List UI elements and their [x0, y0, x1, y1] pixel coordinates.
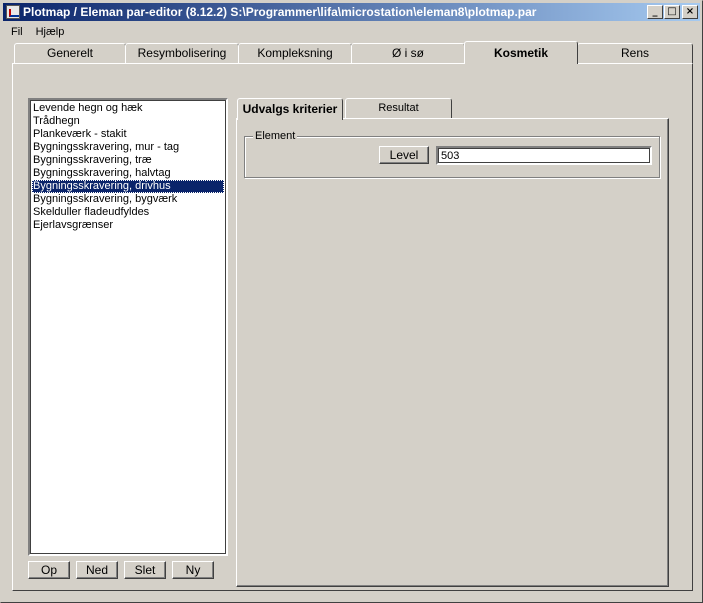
- kosmetik-listbox[interactable]: Levende hegn og hæk Trådhegn Plankeværk …: [28, 98, 228, 556]
- close-button[interactable]: ×: [682, 5, 698, 19]
- level-input[interactable]: 503: [436, 146, 652, 165]
- title-bar[interactable]: Plotmap / Eleman par-editor (8.12.2) S:\…: [3, 3, 700, 21]
- tab-kompleksning[interactable]: Kompleksning: [238, 43, 352, 63]
- list-item-selected[interactable]: Bygningsskravering, drivhus: [32, 180, 224, 193]
- menu-fil[interactable]: Fil: [3, 26, 29, 38]
- list-item[interactable]: Ejerlavsgrænser: [32, 219, 224, 232]
- tab-udvalgs-kriterier[interactable]: Udvalgs kriterier: [237, 98, 343, 120]
- tab-kosmetik[interactable]: Kosmetik: [464, 41, 578, 64]
- list-item[interactable]: Skelduller fladeudfyldes: [32, 206, 224, 219]
- main-tab-strip: Generelt Resymbolisering Kompleksning Ø …: [0, 41, 703, 64]
- list-item[interactable]: Bygningsskravering, bygværk: [32, 193, 224, 206]
- slet-button[interactable]: Slet: [124, 561, 166, 579]
- menu-hjaelp[interactable]: Hjælp: [29, 26, 71, 38]
- list-item[interactable]: Trådhegn: [32, 115, 224, 128]
- minimize-button[interactable]: _: [647, 5, 663, 19]
- tab-oe-i-soe[interactable]: Ø i sø: [351, 43, 465, 63]
- window-title: Plotmap / Eleman par-editor (8.12.2) S:\…: [23, 5, 537, 19]
- tab-generelt[interactable]: Generelt: [14, 43, 126, 63]
- ned-button[interactable]: Ned: [76, 561, 118, 579]
- list-item[interactable]: Bygningsskravering, træ: [32, 154, 224, 167]
- ny-button[interactable]: Ny: [172, 561, 214, 579]
- udvalgs-kriterier-panel: [236, 118, 669, 587]
- list-item[interactable]: Bygningsskravering, halvtag: [32, 167, 224, 180]
- menu-bar: Fil Hjælp: [3, 23, 700, 41]
- caption-buttons: _ □ ×: [646, 5, 698, 19]
- maximize-button[interactable]: □: [664, 5, 680, 19]
- tab-resultat[interactable]: Resultat: [345, 98, 452, 118]
- op-button[interactable]: Op: [28, 561, 70, 579]
- tab-rens[interactable]: Rens: [577, 43, 693, 63]
- tab-resymbolisering[interactable]: Resymbolisering: [125, 43, 239, 63]
- level-button[interactable]: Level: [379, 146, 429, 164]
- app-icon[interactable]: [6, 5, 20, 19]
- list-item[interactable]: Levende hegn og hæk: [32, 102, 224, 115]
- list-item[interactable]: Bygningsskravering, mur - tag: [32, 141, 224, 154]
- list-item[interactable]: Plankeværk - stakit: [32, 128, 224, 141]
- element-group-label: Element: [253, 130, 298, 142]
